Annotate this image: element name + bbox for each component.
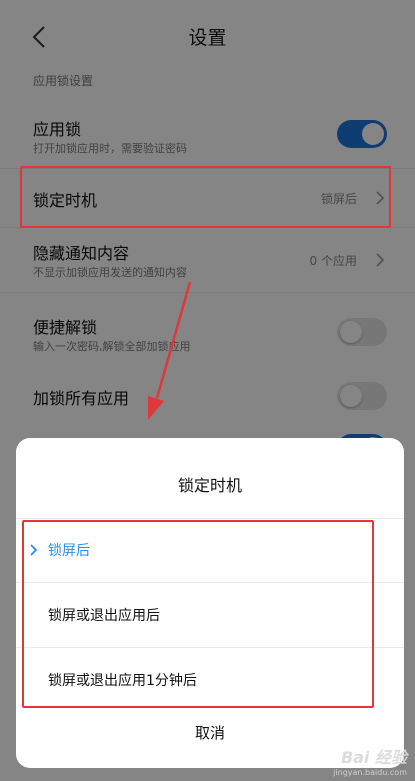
- sheet-title: 锁定时机: [177, 476, 242, 495]
- watermark: Bai 经验 jingyan.baidu.com: [333, 744, 407, 777]
- watermark-main: Bai 经验: [340, 748, 407, 767]
- annotation-options-box: [22, 520, 374, 708]
- watermark-sub: jingyan.baidu.com: [333, 768, 407, 777]
